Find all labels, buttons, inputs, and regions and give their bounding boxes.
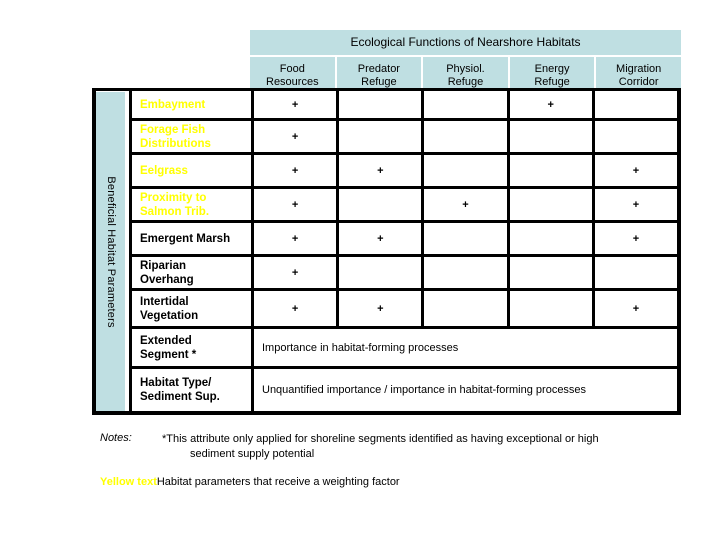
note-primary-line1: This attribute only applied for shorelin… [166,433,599,445]
table-title: Ecological Functions of Nearshore Habita… [250,30,681,57]
cell-predator-refuge [339,189,425,220]
row-label-line2: Vegetation [140,309,199,322]
notes-section: Notes: *This attribute only applied for … [100,432,700,488]
cell-migration-corridor [595,91,677,118]
row-label-proximity-to-salmon-trib: Proximity to Salmon Trib. [132,189,254,220]
cell-extended-segment-note: Importance in habitat-forming processes [262,341,459,354]
row-label-emergent-marsh: Emergent Marsh [132,223,254,254]
table-row: Embayment + + [132,91,677,121]
cell-food-resources: + [254,121,340,152]
table-row: Emergent Marsh + + + [132,223,677,257]
note-primary-line2: sediment supply potential [190,448,315,460]
cell-food-resources: + [254,291,340,326]
cell-predator-refuge: + [339,155,425,186]
row-label-line1: Embayment [140,98,206,111]
cell-predator-refuge: + [339,291,425,326]
column-header-line1: Energy [534,63,570,75]
row-label-extended-segment: Extended Segment * [132,329,254,366]
table-row: Intertidal Vegetation + + + [132,291,677,329]
cell-food-resources: + [254,257,340,288]
cell-energy-refuge: + [510,91,595,118]
row-label-line2: Salmon Trib. [140,205,210,218]
cell-physiol-refuge [424,257,510,288]
table-header-band: Ecological Functions of Nearshore Habita… [250,30,681,95]
table-row: Eelgrass + + + [132,155,677,189]
row-label-line1: Emergent Marsh [140,232,231,245]
table-row: Forage Fish Distributions + [132,121,677,155]
row-label-intertidal-vegetation: Intertidal Vegetation [132,291,254,326]
habitat-matrix-table: Embayment + + Forage Fish Distributions … [92,88,681,415]
row-label-eelgrass: Eelgrass [132,155,254,186]
table-row: Proximity to Salmon Trib. + + + [132,189,677,223]
cell-physiol-refuge [424,155,510,186]
row-label-line2: Overhang [140,273,194,286]
row-label-line1: Extended [140,334,192,347]
cell-migration-corridor [595,121,677,152]
cell-migration-corridor: + [632,198,640,211]
note-legend-text: Habitat parameters that receive a weight… [156,476,400,488]
cell-physiol-refuge [424,121,510,152]
row-label-forage-fish-distributions: Forage Fish Distributions [132,121,254,152]
note-legend-key: Yellow text [100,476,157,488]
row-label-line1: Eelgrass [140,164,188,177]
cell-energy-refuge [510,257,595,288]
cell-physiol-refuge [424,291,510,326]
cell-energy-refuge [510,291,595,326]
cell-migration-corridor: + [632,164,640,177]
cell-predator-refuge: + [339,223,425,254]
note-primary: Notes: *This attribute only applied for … [100,432,700,462]
cell-energy-refuge [510,155,595,186]
row-label-line1: Proximity to [140,191,207,204]
column-header-line1: Food [279,63,305,75]
row-label-line1: Forage Fish [140,123,206,136]
cell-predator-refuge [339,91,425,118]
cell-food-resources: + [254,189,340,220]
row-label-line2: Sediment Sup. [140,391,220,403]
table-row: Extended Segment * Importance in habitat… [132,329,677,369]
cell-food-resources: + [254,223,340,254]
notes-label: Notes: [100,432,132,444]
cell-energy-refuge [510,121,595,152]
row-label-riparian-overhang: Riparian Overhang [132,257,254,288]
cell-habitat-type-note: Unquantified importance / importance in … [262,384,587,396]
column-header-line1: Migration [616,63,662,75]
note-primary-body: *This attribute only applied for shoreli… [162,432,700,462]
row-label-line1: Riparian [140,259,187,272]
table-row: Habitat Type/ Sediment Sup. Unquantified… [132,369,677,411]
row-label-line1: Intertidal [140,295,189,308]
row-label-line2: Segment * [140,348,197,361]
note-legend: Yellow textHabitat parameters that recei… [100,476,700,488]
cell-food-resources: + [254,155,340,186]
row-label-embayment: Embayment [132,91,254,118]
cell-migration-corridor [595,257,677,288]
cell-food-resources: + [254,91,340,118]
cell-migration-corridor: + [632,232,640,245]
cell-migration-corridor: + [632,302,640,315]
row-label-habitat-type-sediment-sup: Habitat Type/ Sediment Sup. [132,369,254,411]
cell-predator-refuge [339,121,425,152]
cell-physiol-refuge [424,91,510,118]
row-label-line1: Habitat Type/ [140,377,212,389]
column-header-line1: Predator [357,63,400,75]
table-row: Riparian Overhang + [132,257,677,291]
row-label-line2: Distributions [140,137,211,150]
cell-predator-refuge [339,257,425,288]
column-header-line1: Physiol. [446,63,485,75]
cell-physiol-refuge: + [424,189,510,220]
cell-energy-refuge [510,189,595,220]
cell-energy-refuge [510,223,595,254]
cell-physiol-refuge [424,223,510,254]
